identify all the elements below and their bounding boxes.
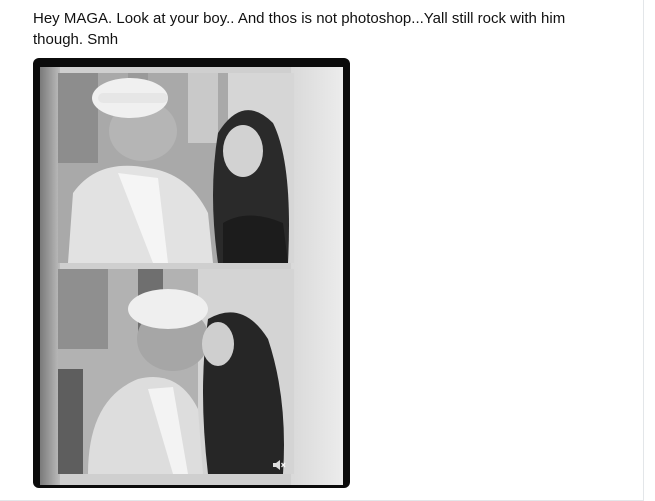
paper-background — [291, 67, 343, 485]
speaker-muted-icon[interactable] — [272, 458, 286, 472]
strip-left-edge — [40, 67, 60, 485]
photo-strip — [40, 67, 343, 485]
post-video[interactable] — [33, 58, 350, 488]
photo-frame-bottom — [58, 269, 294, 474]
post-text: Hey MAGA. Look at your boy.. And thos is… — [33, 10, 566, 48]
photo-bottom-image — [58, 269, 294, 474]
photo-frame-top — [58, 73, 294, 263]
post-card: Hey MAGA. Look at your boy.. And thos is… — [0, 0, 644, 501]
photo-top-image — [58, 73, 294, 263]
